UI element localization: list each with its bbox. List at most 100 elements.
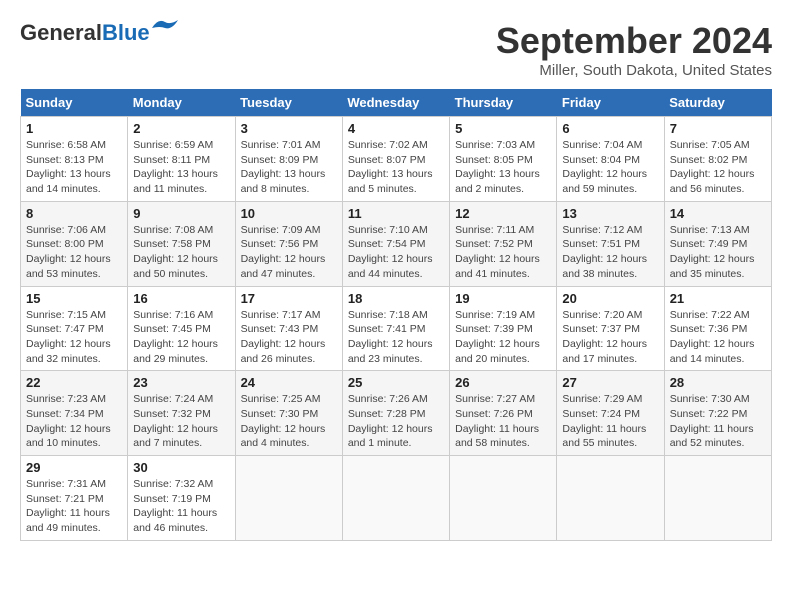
- day-info: Sunrise: 7:25 AMSunset: 7:30 PMDaylight:…: [241, 393, 326, 449]
- calendar-week-4: 22 Sunrise: 7:23 AMSunset: 7:34 PMDayligh…: [21, 371, 772, 456]
- day-info: Sunrise: 7:05 AMSunset: 8:02 PMDaylight:…: [670, 139, 755, 195]
- day-info: Sunrise: 7:30 AMSunset: 7:22 PMDaylight:…: [670, 393, 754, 449]
- calendar-cell: 17 Sunrise: 7:17 AMSunset: 7:43 PMDayligh…: [235, 286, 342, 371]
- day-info: Sunrise: 7:01 AMSunset: 8:09 PMDaylight:…: [241, 139, 326, 195]
- calendar-cell: 24 Sunrise: 7:25 AMSunset: 7:30 PMDayligh…: [235, 371, 342, 456]
- day-number: 3: [241, 121, 337, 136]
- calendar-cell: 11Sunrise: 7:10 AMSunset: 7:54 PMDayligh…: [342, 201, 449, 286]
- day-number: 14: [670, 206, 766, 221]
- day-info: Sunrise: 7:09 AMSunset: 7:56 PMDaylight:…: [241, 224, 326, 280]
- day-number: 27: [562, 375, 658, 390]
- logo-text: GeneralBlue: [20, 20, 150, 45]
- day-number: 21: [670, 291, 766, 306]
- calendar-cell: 8Sunrise: 7:06 AMSunset: 8:00 PMDaylight…: [21, 201, 128, 286]
- day-info: Sunrise: 7:23 AMSunset: 7:34 PMDaylight:…: [26, 393, 111, 449]
- day-info: Sunrise: 7:31 AMSunset: 7:21 PMDaylight:…: [26, 478, 110, 534]
- calendar-cell: 19 Sunrise: 7:19 AMSunset: 7:39 PMDayligh…: [450, 286, 557, 371]
- day-number: 5: [455, 121, 551, 136]
- day-number: 6: [562, 121, 658, 136]
- calendar-cell: 6Sunrise: 7:04 AMSunset: 8:04 PMDaylight…: [557, 117, 664, 202]
- day-info: Sunrise: 7:20 AMSunset: 7:37 PMDaylight:…: [562, 309, 647, 365]
- calendar-cell: 30Sunrise: 7:32 AMSunset: 7:19 PMDayligh…: [128, 456, 235, 541]
- calendar-cell: 28 Sunrise: 7:30 AMSunset: 7:22 PMDayligh…: [664, 371, 771, 456]
- day-info: Sunrise: 7:22 AMSunset: 7:36 PMDaylight:…: [670, 309, 755, 365]
- day-info: Sunrise: 6:59 AMSunset: 8:11 PMDaylight:…: [133, 139, 218, 195]
- calendar-cell: 3 Sunrise: 7:01 AMSunset: 8:09 PMDaylight…: [235, 117, 342, 202]
- day-info: Sunrise: 7:03 AMSunset: 8:05 PMDaylight:…: [455, 139, 540, 195]
- day-info: Sunrise: 7:18 AMSunset: 7:41 PMDaylight:…: [348, 309, 433, 365]
- day-number: 20: [562, 291, 658, 306]
- day-number: 19: [455, 291, 551, 306]
- day-info: Sunrise: 6:58 AMSunset: 8:13 PMDaylight:…: [26, 139, 111, 195]
- calendar-table: Sunday Monday Tuesday Wednesday Thursday…: [20, 89, 772, 541]
- main-title: September 2024: [496, 20, 772, 62]
- calendar-cell: 26Sunrise: 7:27 AMSunset: 7:26 PMDayligh…: [450, 371, 557, 456]
- day-number: 10: [241, 206, 337, 221]
- calendar-cell: 18 Sunrise: 7:18 AMSunset: 7:41 PMDayligh…: [342, 286, 449, 371]
- day-number: 17: [241, 291, 337, 306]
- col-friday: Friday: [557, 89, 664, 117]
- calendar-week-1: 1 Sunrise: 6:58 AMSunset: 8:13 PMDaylight…: [21, 117, 772, 202]
- day-number: 7: [670, 121, 766, 136]
- calendar-cell: 27 Sunrise: 7:29 AMSunset: 7:24 PMDayligh…: [557, 371, 664, 456]
- day-number: 24: [241, 375, 337, 390]
- day-info: Sunrise: 7:19 AMSunset: 7:39 PMDaylight:…: [455, 309, 540, 365]
- calendar-cell: 29 Sunrise: 7:31 AMSunset: 7:21 PMDayligh…: [21, 456, 128, 541]
- page-header: GeneralBlue September 2024 Miller, South…: [20, 20, 772, 79]
- calendar-cell: 23 Sunrise: 7:24 AMSunset: 7:32 PMDayligh…: [128, 371, 235, 456]
- day-number: 23: [133, 375, 229, 390]
- calendar-cell: [557, 456, 664, 541]
- day-info: Sunrise: 7:16 AMSunset: 7:45 PMDaylight:…: [133, 309, 218, 365]
- calendar-cell: [235, 456, 342, 541]
- day-info: Sunrise: 7:02 AMSunset: 8:07 PMDaylight:…: [348, 139, 433, 195]
- col-sunday: Sunday: [21, 89, 128, 117]
- calendar-cell: [342, 456, 449, 541]
- calendar-cell: 7 Sunrise: 7:05 AMSunset: 8:02 PMDaylight…: [664, 117, 771, 202]
- day-number: 26: [455, 375, 551, 390]
- calendar-cell: [664, 456, 771, 541]
- day-number: 9: [133, 206, 229, 221]
- day-number: 22: [26, 375, 122, 390]
- calendar-cell: 4Sunrise: 7:02 AMSunset: 8:07 PMDaylight…: [342, 117, 449, 202]
- day-info: Sunrise: 7:12 AMSunset: 7:51 PMDaylight:…: [562, 224, 647, 280]
- calendar-cell: 16Sunrise: 7:16 AMSunset: 7:45 PMDayligh…: [128, 286, 235, 371]
- calendar-cell: 1 Sunrise: 6:58 AMSunset: 8:13 PMDaylight…: [21, 117, 128, 202]
- day-info: Sunrise: 7:13 AMSunset: 7:49 PMDaylight:…: [670, 224, 755, 280]
- day-number: 2: [133, 121, 229, 136]
- day-number: 28: [670, 375, 766, 390]
- day-info: Sunrise: 7:06 AMSunset: 8:00 PMDaylight:…: [26, 224, 111, 280]
- day-number: 12: [455, 206, 551, 221]
- calendar-cell: [450, 456, 557, 541]
- col-monday: Monday: [128, 89, 235, 117]
- calendar-cell: 2 Sunrise: 6:59 AMSunset: 8:11 PMDaylight…: [128, 117, 235, 202]
- day-number: 18: [348, 291, 444, 306]
- calendar-cell: 12Sunrise: 7:11 AMSunset: 7:52 PMDayligh…: [450, 201, 557, 286]
- day-info: Sunrise: 7:08 AMSunset: 7:58 PMDaylight:…: [133, 224, 218, 280]
- calendar-cell: 5 Sunrise: 7:03 AMSunset: 8:05 PMDaylight…: [450, 117, 557, 202]
- day-number: 11: [348, 206, 444, 221]
- title-section: September 2024 Miller, South Dakota, Uni…: [496, 20, 772, 79]
- col-thursday: Thursday: [450, 89, 557, 117]
- day-number: 1: [26, 121, 122, 136]
- calendar-cell: 21 Sunrise: 7:22 AMSunset: 7:36 PMDayligh…: [664, 286, 771, 371]
- calendar-cell: 25Sunrise: 7:26 AMSunset: 7:28 PMDayligh…: [342, 371, 449, 456]
- subtitle: Miller, South Dakota, United States: [496, 62, 772, 79]
- calendar-cell: 20 Sunrise: 7:20 AMSunset: 7:37 PMDayligh…: [557, 286, 664, 371]
- day-number: 29: [26, 460, 122, 475]
- day-number: 30: [133, 460, 229, 475]
- header-row: Sunday Monday Tuesday Wednesday Thursday…: [21, 89, 772, 117]
- day-info: Sunrise: 7:24 AMSunset: 7:32 PMDaylight:…: [133, 393, 218, 449]
- calendar-cell: 10 Sunrise: 7:09 AMSunset: 7:56 PMDayligh…: [235, 201, 342, 286]
- day-number: 25: [348, 375, 444, 390]
- day-info: Sunrise: 7:29 AMSunset: 7:24 PMDaylight:…: [562, 393, 646, 449]
- day-number: 13: [562, 206, 658, 221]
- calendar-cell: 15Sunrise: 7:15 AMSunset: 7:47 PMDayligh…: [21, 286, 128, 371]
- day-info: Sunrise: 7:15 AMSunset: 7:47 PMDaylight:…: [26, 309, 111, 365]
- logo-bird-icon: [152, 18, 178, 43]
- calendar-cell: 9 Sunrise: 7:08 AMSunset: 7:58 PMDaylight…: [128, 201, 235, 286]
- day-info: Sunrise: 7:17 AMSunset: 7:43 PMDaylight:…: [241, 309, 326, 365]
- calendar-week-2: 8Sunrise: 7:06 AMSunset: 8:00 PMDaylight…: [21, 201, 772, 286]
- col-wednesday: Wednesday: [342, 89, 449, 117]
- col-tuesday: Tuesday: [235, 89, 342, 117]
- calendar-week-3: 15Sunrise: 7:15 AMSunset: 7:47 PMDayligh…: [21, 286, 772, 371]
